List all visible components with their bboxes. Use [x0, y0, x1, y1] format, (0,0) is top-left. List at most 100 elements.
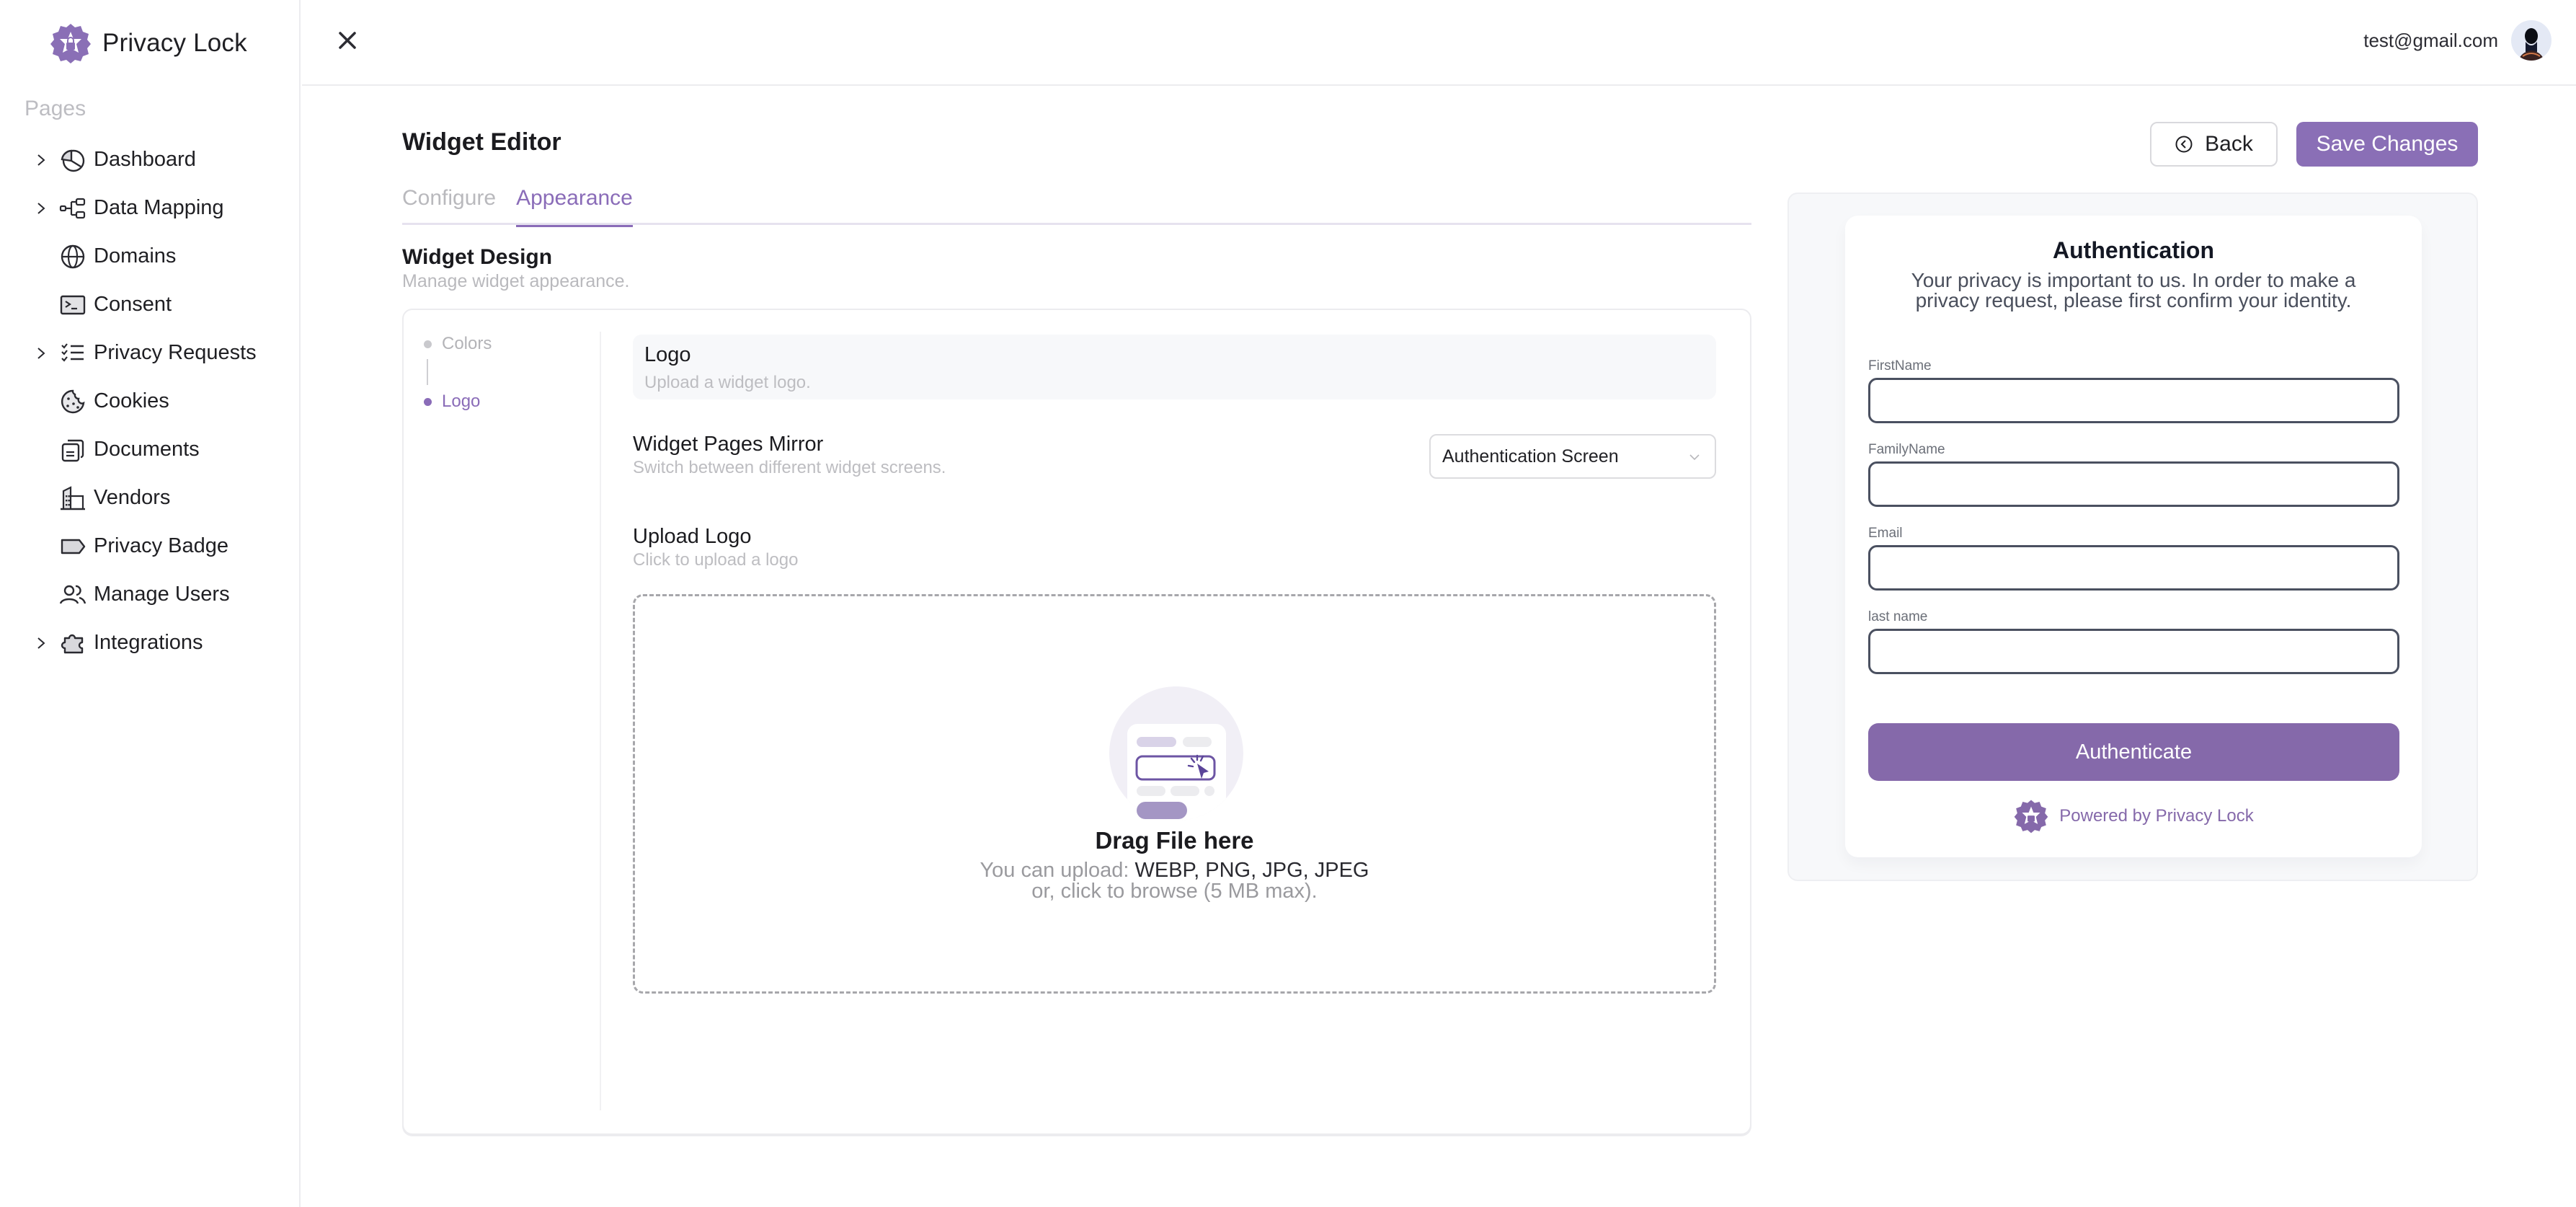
auth-description: Your privacy is important to us. In orde… [1911, 269, 2356, 311]
save-changes-button[interactable]: Save Changes [2296, 122, 2478, 167]
brand[interactable]: Privacy Lock [49, 22, 247, 65]
tab-appearance[interactable]: Appearance [516, 180, 633, 227]
step-dot [424, 397, 432, 406]
brand-name: Privacy Lock [102, 29, 247, 57]
drop-title: Drag File here [1095, 827, 1254, 854]
first-name-input[interactable] [1868, 378, 2399, 423]
logo-section-subtitle: Upload a widget logo. [644, 373, 811, 392]
step-colors[interactable]: Colors [424, 332, 492, 356]
logo-section-header: Logo Upload a widget logo. [633, 335, 1716, 399]
privacy-lock-badge-icon [2014, 800, 2048, 834]
sidebar-item-label: Dashboard [94, 148, 196, 171]
chevron-right-icon[interactable] [33, 345, 49, 361]
avatar[interactable] [2511, 20, 2551, 61]
auth-widget-card: Authentication Your privacy is important… [1845, 216, 2422, 857]
widget-design-title: Widget Design [402, 245, 553, 269]
sidebar-item-consent[interactable]: Consent [0, 280, 301, 329]
upload-logo-subtitle: Click to upload a logo [633, 550, 799, 570]
sidebar-item-label: Privacy Badge [94, 534, 228, 557]
sidebar-item-label: Documents [94, 438, 200, 461]
first-name-label: FirstName [1868, 358, 1932, 373]
step-dot [424, 340, 432, 348]
chevron-right-icon[interactable] [33, 635, 49, 651]
email-label: Email [1868, 526, 1903, 541]
sidebar-item-dashboard[interactable]: Dashboard [0, 136, 301, 184]
sidebar-nav: Dashboard Data Mapping Domains Consent P… [0, 136, 301, 667]
sidebar-item-label: Data Mapping [94, 196, 224, 219]
vertical-divider [600, 332, 601, 1110]
tab-configure[interactable]: Configure [402, 180, 496, 225]
browse-hint: or, click to browse (5 MB max). [1031, 880, 1318, 903]
family-name-input[interactable] [1868, 461, 2399, 507]
sidebar-item-documents[interactable]: Documents [0, 425, 301, 474]
last-name-label: last name [1868, 609, 1928, 624]
chevron-down-icon [1689, 454, 1700, 461]
allowed-types-list: WEBP, PNG, JPG, JPEG [1134, 859, 1369, 882]
chevron-right-icon[interactable] [33, 152, 49, 168]
email-input[interactable] [1868, 545, 2399, 591]
pie-chart-icon [61, 149, 85, 172]
allowed-types: You can upload: WEBP, PNG, JPG, JPEG [635, 860, 1714, 881]
documents-icon [61, 439, 84, 461]
family-name-label: FamilyName [1868, 442, 1945, 457]
step-label: Colors [442, 334, 492, 353]
step-connector [427, 359, 428, 385]
checklist-icon [61, 342, 84, 362]
sidebar: Privacy Lock Pages Dashboard Data Mappin… [0, 0, 301, 1207]
hierarchy-icon [59, 198, 86, 218]
design-settings-card: Colors Logo Logo Upload a widget logo. W… [402, 309, 1751, 1135]
step-logo[interactable]: Logo [424, 389, 492, 414]
top-bar [302, 0, 2576, 86]
globe-icon [61, 244, 85, 268]
page-title: Widget Editor [402, 128, 561, 156]
user-email: test@gmail.com [2363, 29, 2498, 51]
step-label: Logo [442, 392, 481, 411]
sidebar-item-cookies[interactable]: Cookies [0, 377, 301, 425]
user-menu[interactable]: test@gmail.com [2363, 20, 2551, 61]
back-button[interactable]: Back [2150, 122, 2278, 167]
allowed-types-prefix: You can upload: [980, 859, 1135, 882]
sidebar-item-manage-users[interactable]: Manage Users [0, 570, 301, 619]
sidebar-item-domains[interactable]: Domains [0, 232, 301, 280]
editor-tabs: Configure Appearance [402, 180, 1751, 227]
chevron-right-icon[interactable] [33, 200, 49, 216]
powered-by-label: Powered by Privacy Lock [2059, 806, 2254, 826]
sidebar-item-label: Vendors [94, 486, 171, 509]
privacy-lock-badge-icon [50, 24, 91, 63]
authenticate-button[interactable]: Authenticate [1868, 723, 2399, 781]
select-value: Authentication Screen [1442, 446, 1619, 467]
sidebar-item-data-mapping[interactable]: Data Mapping [0, 184, 301, 232]
building-icon [61, 485, 85, 510]
logo-section-title: Logo [644, 343, 691, 366]
sidebar-item-label: Integrations [94, 631, 203, 654]
back-button-label: Back [2205, 132, 2253, 156]
design-steps: Colors Logo [424, 332, 492, 414]
close-icon[interactable] [333, 26, 362, 55]
tag-icon [61, 539, 86, 554]
sidebar-item-integrations[interactable]: Integrations [0, 619, 301, 667]
sidebar-item-label: Consent [94, 293, 172, 316]
powered-by[interactable]: Powered by Privacy Lock [1845, 798, 2422, 834]
chevron-left-circle-icon [2175, 136, 2193, 153]
auth-title: Authentication [2053, 237, 2214, 263]
cookie-icon [61, 389, 85, 413]
widget-design-subtitle: Manage widget appearance. [402, 271, 630, 291]
users-icon [59, 585, 86, 604]
widget-preview-panel: Authentication Your privacy is important… [1787, 193, 2478, 881]
sidebar-item-label: Domains [94, 244, 177, 268]
pages-mirror-subtitle: Switch between different widget screens. [633, 458, 946, 477]
upload-logo-title: Upload Logo [633, 525, 752, 548]
pages-mirror-title: Widget Pages Mirror [633, 433, 824, 456]
logo-dropzone[interactable]: Drag File here You can upload: WEBP, PNG… [633, 594, 1716, 994]
last-name-input[interactable] [1868, 629, 2399, 674]
sidebar-item-label: Manage Users [94, 583, 230, 606]
terminal-window-icon [60, 295, 86, 314]
sidebar-item-label: Privacy Requests [94, 341, 257, 364]
pages-section-label: Pages [25, 97, 86, 120]
sidebar-item-vendors[interactable]: Vendors [0, 474, 301, 522]
sidebar-item-label: Cookies [94, 389, 169, 412]
sidebar-item-privacy-requests[interactable]: Privacy Requests [0, 329, 301, 377]
widget-screen-select[interactable]: Authentication Screen [1429, 434, 1716, 479]
sidebar-item-privacy-badge[interactable]: Privacy Badge [0, 522, 301, 570]
user-silhouette-icon [2518, 28, 2544, 61]
